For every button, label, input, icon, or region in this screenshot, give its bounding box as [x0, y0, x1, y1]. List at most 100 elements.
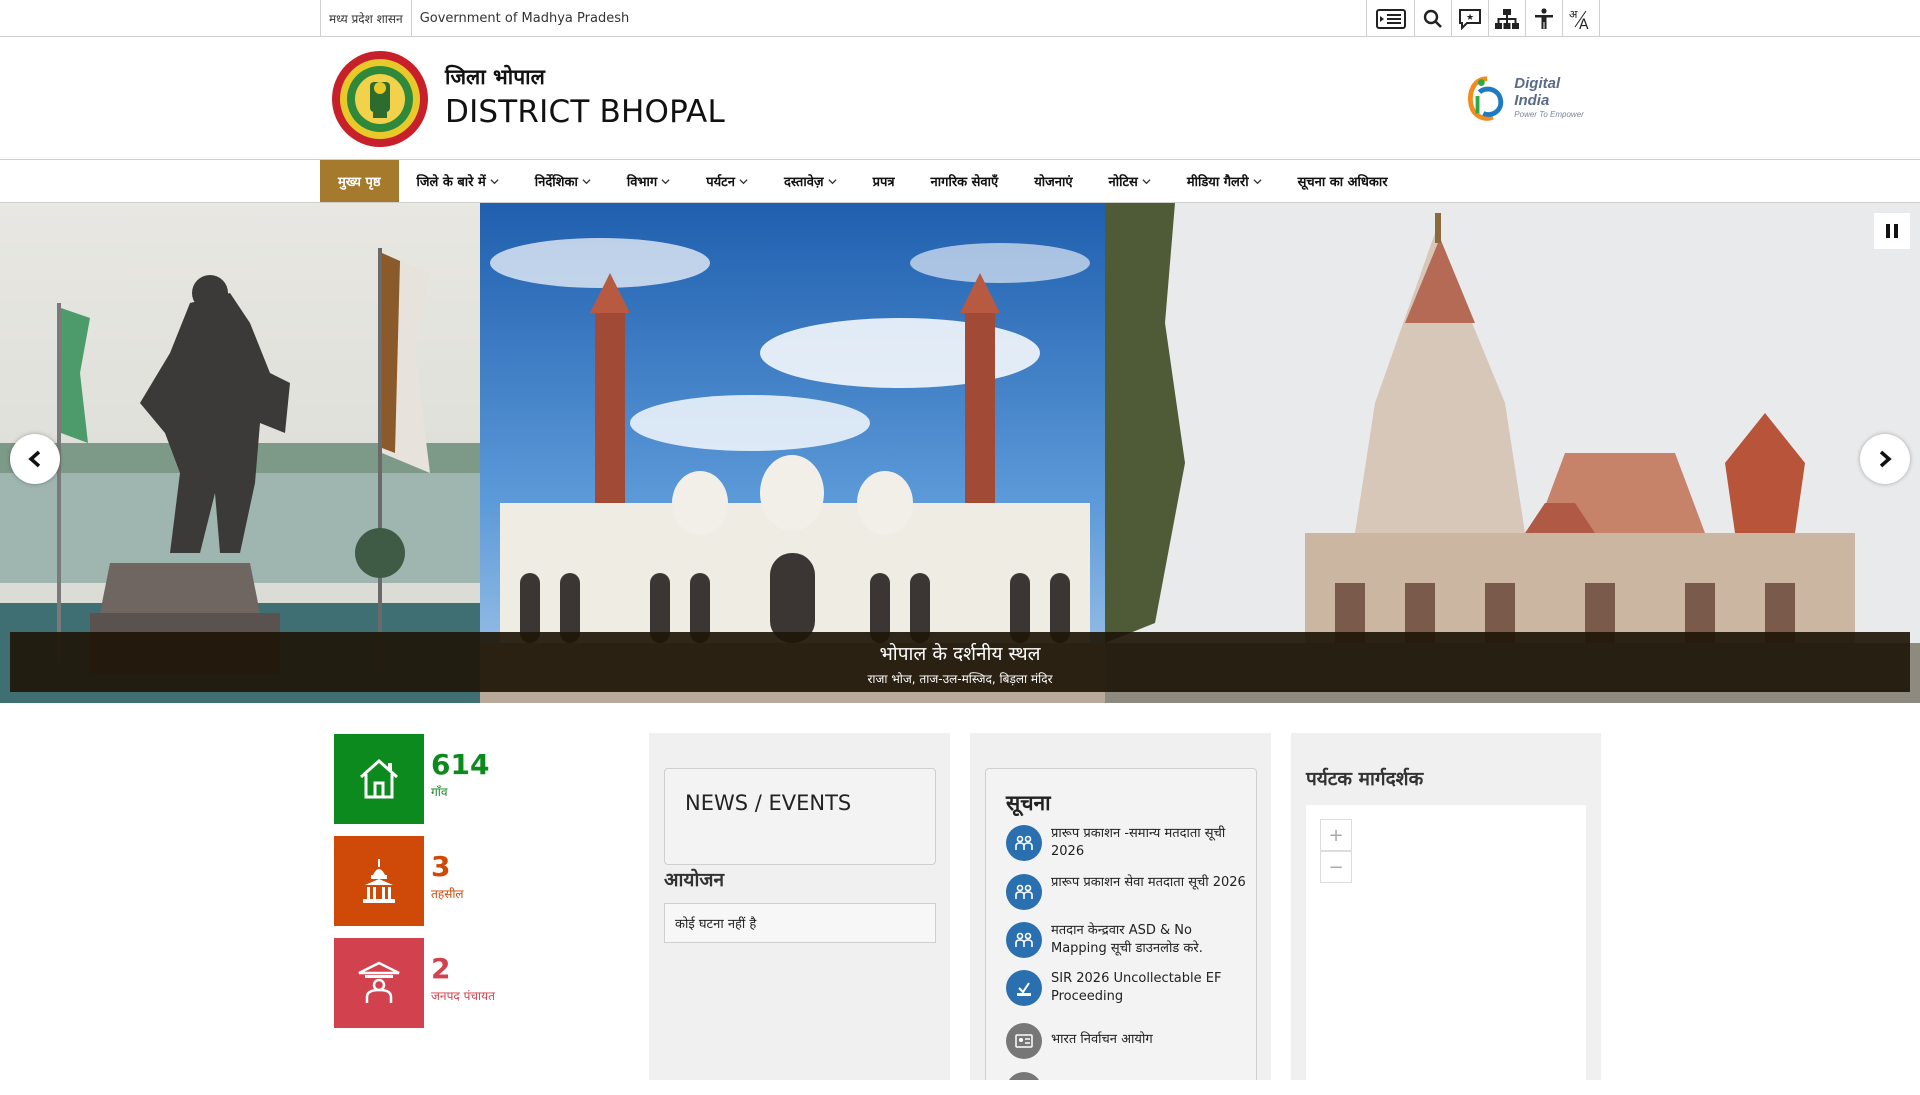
nav-item[interactable]: सूचना का अधिकार [1280, 160, 1406, 202]
slider-pause-button[interactable] [1874, 213, 1910, 249]
events-heading: आयोजन [664, 869, 725, 891]
chevron-down-icon [828, 178, 837, 184]
stat-villages-label: गाँव [431, 785, 448, 799]
search-icon[interactable] [1414, 0, 1451, 37]
slide-image-taj-ul-masjid [480, 203, 1105, 703]
notice-item[interactable]: भारत निर्वाचन आयोग [1006, 1023, 1246, 1059]
gov-mp-english-link[interactable]: Government of Madhya Pradesh [410, 0, 638, 37]
news-events-panel: NEWS / EVENTS आयोजन कोई घटना नहीं है [649, 733, 950, 1080]
notice-item[interactable]: SIR 2026 Uncollectable EF Proceeding [1006, 970, 1246, 1006]
chevron-down-icon [582, 178, 591, 184]
mp-government-emblem[interactable] [331, 50, 429, 148]
tourist-guide-title: पर्यटक मार्गदर्शक [1306, 768, 1424, 790]
gov-mp-hindi-link[interactable]: मध्य प्रदेश शासन [320, 0, 411, 37]
nav-item-label: मुख्य पृष्ठ [338, 175, 381, 190]
notices-title: सूचना [1006, 791, 1051, 815]
top-bar: मध्य प्रदेश शासन Government of Madhya Pr… [0, 0, 1920, 37]
people-icon [1006, 874, 1042, 910]
nav-item[interactable]: मीडिया गैलरी [1169, 160, 1280, 202]
chevron-down-icon [1142, 178, 1151, 184]
nav-item-label: दस्तावेज़ [783, 175, 824, 190]
notice-item[interactable]: प्रारूप प्रकाशन सेवा मतदाता सूची 2026 [1006, 874, 1246, 910]
house-icon [334, 734, 424, 824]
slide-image-raja-bhoj [0, 203, 480, 703]
nav-item-label: सूचना का अधिकार [1297, 175, 1388, 190]
voting-icon [1006, 970, 1042, 1006]
notice-text: भारत निर्वाचन आयोग [1051, 1032, 1153, 1047]
notice-item[interactable]: प्रारूप प्रकाशन -समान्य मतदाता सूची 2026 [1006, 825, 1246, 861]
accessibility-icon[interactable] [1525, 0, 1562, 37]
notice-item[interactable]: मतदान केन्द्रवार ASD & No Mapping सूची ड… [1006, 922, 1246, 958]
pause-icon [1886, 224, 1898, 238]
nav-item-label: नोटिस [1108, 175, 1138, 190]
nav-item-label: पर्यटन [706, 175, 735, 190]
chevron-down-icon [739, 178, 748, 184]
chevron-down-icon [1252, 178, 1262, 184]
chevron-down-icon [490, 178, 499, 184]
nav-item[interactable]: प्रपत्र [855, 160, 913, 202]
notices-card: सूचना प्रारूप प्रकाशन -समान्य मतदाता सूच… [985, 768, 1257, 1080]
digital-india-logo[interactable]: Digital India Power To Empower [1466, 67, 1596, 127]
panchayat-icon [334, 938, 424, 1028]
nav-item[interactable]: मुख्य पृष्ठ [320, 160, 399, 202]
notice-text: SIR 2026 Uncollectable EF Proceeding [1051, 971, 1222, 1004]
chevron-left-icon [28, 450, 41, 468]
tourist-map[interactable]: + − [1306, 805, 1586, 1095]
slider-caption: भोपाल के दर्शनीय स्थल राजा भोज, ताज-उल-म… [10, 632, 1910, 692]
tourist-guide-panel: पर्यटक मार्गदर्शक + − [1291, 733, 1601, 1095]
map-zoom-out-button[interactable]: − [1320, 851, 1352, 883]
nav-item[interactable]: नागरिक सेवाएँ [913, 160, 1017, 202]
top-bar-inner: मध्य प्रदेश शासन Government of Madhya Pr… [320, 0, 1600, 37]
language-icon[interactable]: अA [1562, 0, 1599, 37]
site-header: जिला भोपाल DISTRICT BHOPAL Digital India… [0, 37, 1920, 159]
nav-item-label: निर्देशिका [534, 175, 578, 190]
events-empty-message: कोई घटना नहीं है [664, 903, 936, 943]
notice-item-partial[interactable] [1006, 1072, 1246, 1080]
stat-villages[interactable]: 614 गाँव [334, 734, 634, 824]
stat-janpad-text: 2 जनपद पंचायत [431, 938, 495, 1028]
nav-item-label: योजनाएं [1034, 175, 1073, 190]
notice-text: मतदान केन्द्रवार ASD & No Mapping सूची ड… [1051, 923, 1203, 956]
nav-item[interactable]: निर्देशिका [517, 160, 609, 202]
slider-next-button[interactable] [1860, 434, 1910, 484]
notices-panel: सूचना प्रारूप प्रकाशन -समान्य मतदाता सूच… [970, 733, 1271, 1080]
main-navigation-menu: मुख्य पृष्ठ जिले के बारे में निर्देशिका विभ… [320, 160, 1406, 202]
skip-to-content-icon[interactable] [1366, 0, 1414, 37]
svg-text:अ: अ [1569, 8, 1578, 21]
sitemap-icon[interactable] [1488, 0, 1525, 37]
map-zoom-in-button[interactable]: + [1320, 819, 1352, 851]
slider-caption-subtitle: राजा भोज, ताज-उल-मस्जिद, बिड़ला मंदिर [867, 672, 1053, 686]
people-icon [1006, 922, 1042, 958]
slide-image-birla-mandir [1105, 203, 1920, 703]
slider-caption-title: भोपाल के दर्शनीय स्थल [879, 643, 1041, 665]
stat-villages-text: 614 गाँव [431, 734, 489, 824]
id-card-icon [1006, 1023, 1042, 1059]
stat-villages-value: 614 [431, 748, 490, 781]
chevron-right-icon [1879, 450, 1892, 468]
site-title-english: DISTRICT BHOPAL [445, 94, 725, 130]
stat-tehsils[interactable]: 3 तहसील [334, 836, 634, 926]
stat-tehsils-text: 3 तहसील [431, 836, 464, 926]
nav-item[interactable]: जिले के बारे में [399, 160, 517, 202]
nav-item[interactable]: पर्यटन [688, 160, 766, 202]
news-card[interactable]: NEWS / EVENTS [664, 768, 936, 865]
digital-india-tagline: Power To Empower [1514, 110, 1584, 119]
nav-item[interactable]: विभाग [609, 160, 688, 202]
main-navigation: मुख्य पृष्ठ जिले के बारे में निर्देशिका विभ… [0, 159, 1920, 203]
nav-item[interactable]: नोटिस [1091, 160, 1169, 202]
stat-janpad-panchayat[interactable]: 2 जनपद पंचायत [334, 938, 634, 1028]
news-events-title: NEWS / EVENTS [685, 791, 852, 815]
nav-item[interactable]: योजनाएं [1016, 160, 1090, 202]
stat-janpad-label: जनपद पंचायत [431, 989, 495, 1003]
site-title-hindi: जिला भोपाल [445, 65, 545, 89]
hero-slider: भोपाल के दर्शनीय स्थल राजा भोज, ताज-उल-म… [0, 203, 1920, 703]
nav-item-label: विभाग [626, 175, 658, 190]
nav-item[interactable]: दस्तावेज़ [766, 160, 855, 202]
nav-item-label: जिले के बारे में [416, 175, 486, 190]
notice-text: प्रारूप प्रकाशन -समान्य मतदाता सूची 2026 [1051, 826, 1226, 859]
stat-janpad-value: 2 [431, 952, 451, 985]
digital-india-title: Digital India [1514, 75, 1561, 109]
slider-prev-button[interactable] [10, 434, 60, 484]
feedback-icon[interactable]: ★ [1451, 0, 1488, 37]
nav-item-label: प्रपत्र [872, 175, 895, 190]
